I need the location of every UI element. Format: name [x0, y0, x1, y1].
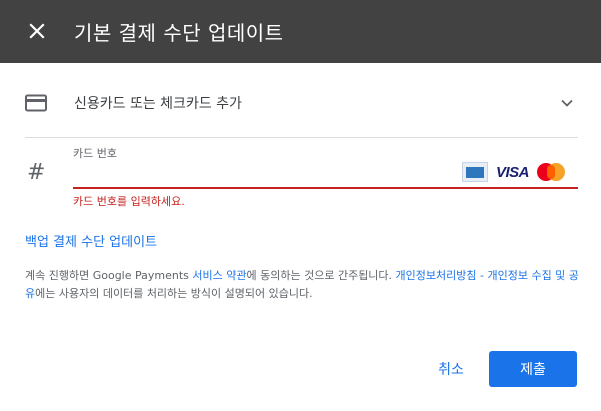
card-number-error: 카드 번호를 입력하세요. — [73, 195, 185, 208]
card-number-input[interactable] — [73, 160, 453, 186]
terms-prefix: 계속 진행하면 Google Payments — [25, 269, 193, 282]
close-button[interactable] — [24, 18, 50, 44]
close-icon — [29, 23, 45, 39]
card-number-underline — [73, 187, 578, 189]
service-terms-link[interactable]: 서비스 약관 — [192, 269, 246, 282]
visa-logo: VISA — [496, 163, 530, 181]
dialog-header: 기본 결제 수단 업데이트 — [0, 0, 601, 63]
terms-text: 계속 진행하면 Google Payments 서비스 약관에 동의하는 것으로… — [25, 267, 581, 303]
add-card-section[interactable]: 신용카드 또는 체크카드 추가 — [25, 82, 578, 138]
mastercard-logo — [537, 163, 566, 181]
credit-card-icon — [25, 94, 47, 112]
chevron-down-icon[interactable] — [560, 96, 574, 110]
terms-suffix: 에는 사용자의 데이터를 처리하는 방식이 설명되어 있습니다. — [35, 287, 313, 300]
card-number-label: 카드 번호 — [73, 147, 117, 160]
dialog-title: 기본 결제 수단 업데이트 — [74, 21, 284, 45]
card-brand-logos: VISA — [462, 161, 566, 183]
backup-payment-link[interactable]: 백업 결제 수단 업데이트 — [25, 231, 157, 250]
submit-button[interactable]: 제출 — [489, 351, 577, 387]
cancel-button[interactable]: 취소 — [428, 353, 474, 385]
hash-icon: # — [27, 160, 46, 185]
amex-logo — [462, 162, 488, 182]
terms-middle: 에 동의하는 것으로 간주됩니다. — [246, 269, 396, 282]
add-card-label: 신용카드 또는 체크카드 추가 — [74, 96, 242, 112]
